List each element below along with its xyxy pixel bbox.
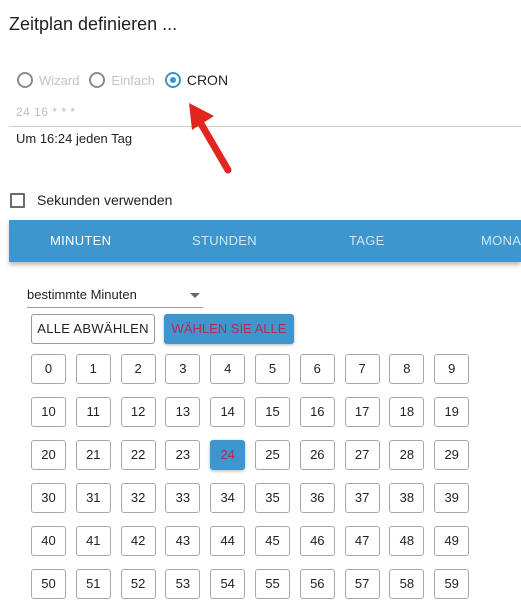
cron-description: Um 16:24 jeden Tag [16, 131, 133, 146]
deselect-all-button[interactable]: ALLE ABWÄHLEN [31, 314, 155, 344]
minute-button[interactable]: 45 [255, 526, 290, 556]
radio-einfach-label: Einfach [111, 72, 155, 88]
minute-button[interactable]: 8 [389, 354, 425, 384]
minute-button[interactable]: 36 [299, 483, 335, 513]
radio-wizard[interactable]: Wizard [17, 72, 79, 88]
minute-button[interactable]: 50 [31, 569, 66, 599]
minute-button[interactable]: 15 [255, 397, 290, 427]
dropdown-caret-icon [190, 293, 200, 298]
minute-button[interactable]: 17 [344, 397, 380, 427]
minute-button[interactable]: 37 [344, 483, 380, 513]
minute-button[interactable]: 59 [434, 569, 470, 599]
minute-button[interactable]: 33 [165, 483, 201, 513]
minute-button[interactable]: 28 [389, 440, 425, 470]
minute-button[interactable]: 24 [210, 440, 246, 470]
minute-button[interactable]: 58 [389, 569, 425, 599]
annotation-arrow-icon [189, 103, 232, 174]
radio-cron-label: CRON [186, 72, 229, 88]
minute-button[interactable]: 48 [389, 526, 425, 556]
minute-button[interactable]: 53 [165, 569, 201, 599]
minute-button[interactable]: 43 [165, 526, 201, 556]
minute-button[interactable]: 34 [210, 483, 246, 513]
minute-mode-select[interactable]: bestimmte Minuten [27, 287, 203, 308]
minute-button[interactable]: 55 [255, 569, 290, 599]
minute-button[interactable]: 31 [75, 483, 111, 513]
minute-button[interactable]: 18 [389, 397, 425, 427]
page-title: Zeitplan definieren ... [9, 14, 178, 34]
seconds-checkbox[interactable] [10, 192, 25, 208]
seconds-checkbox-label: Sekunden verwenden [37, 192, 173, 208]
minute-button[interactable]: 9 [434, 354, 470, 384]
radio-cron-circle[interactable] [164, 72, 181, 88]
minute-button[interactable]: 46 [299, 526, 335, 556]
minute-mode-select-value: bestimmte Minuten [27, 287, 137, 302]
minute-button[interactable]: 47 [344, 526, 380, 556]
tab-stunden[interactable]: STUNDEN [192, 220, 257, 262]
radio-wizard-label: Wizard [39, 72, 80, 88]
minute-button[interactable]: 12 [120, 397, 156, 427]
minute-button[interactable]: 40 [31, 526, 66, 556]
minute-button[interactable]: 49 [434, 526, 470, 556]
minute-button[interactable]: 38 [389, 483, 425, 513]
minute-button[interactable]: 22 [120, 440, 156, 470]
minute-button[interactable]: 3 [165, 354, 201, 384]
minute-button[interactable]: 29 [434, 440, 470, 470]
minute-button[interactable]: 32 [120, 483, 156, 513]
tab-monate[interactable]: MONA [481, 220, 521, 262]
minute-button[interactable]: 7 [344, 354, 380, 384]
minute-button[interactable]: 19 [434, 397, 470, 427]
minute-button[interactable]: 23 [165, 440, 201, 470]
minute-button[interactable]: 16 [299, 397, 335, 427]
minute-button[interactable]: 25 [255, 440, 290, 470]
minute-button[interactable]: 0 [31, 354, 66, 384]
minute-button[interactable]: 44 [210, 526, 246, 556]
radio-cron[interactable]: CRON [164, 72, 229, 88]
minute-button[interactable]: 14 [210, 397, 246, 427]
minute-button[interactable]: 6 [299, 354, 335, 384]
cron-field-underline [9, 126, 521, 127]
minute-button[interactable]: 27 [344, 440, 380, 470]
minute-button[interactable]: 56 [299, 569, 335, 599]
minute-button[interactable]: 21 [75, 440, 111, 470]
minute-button[interactable]: 13 [165, 397, 201, 427]
minute-button[interactable]: 11 [75, 397, 111, 427]
minute-button[interactable]: 35 [255, 483, 290, 513]
minute-button[interactable]: 4 [210, 354, 246, 384]
schedule-tabs: MINUTEN STUNDEN TAGE MONA [9, 220, 521, 262]
minute-button[interactable]: 42 [120, 526, 156, 556]
select-all-button[interactable]: WÄHLEN SIE ALLE [164, 314, 294, 344]
minute-button[interactable]: 5 [255, 354, 290, 384]
minute-button[interactable]: 10 [31, 397, 66, 427]
minute-button[interactable]: 26 [299, 440, 335, 470]
minute-button[interactable]: 52 [120, 569, 156, 599]
minute-button[interactable]: 57 [344, 569, 380, 599]
minute-button[interactable]: 20 [31, 440, 66, 470]
minute-button[interactable]: 39 [434, 483, 470, 513]
minute-button[interactable]: 51 [75, 569, 111, 599]
minute-button[interactable]: 1 [75, 354, 111, 384]
minute-button[interactable]: 30 [31, 483, 66, 513]
radio-einfach-circle[interactable] [89, 72, 106, 88]
radio-einfach[interactable]: Einfach [89, 72, 155, 88]
cron-expression-field[interactable]: 24 16 * * * [16, 105, 76, 119]
seconds-checkbox-row[interactable]: Sekunden verwenden [10, 192, 172, 208]
tab-tage[interactable]: TAGE [349, 220, 385, 262]
mode-radio-group: Wizard Einfach CRON [17, 68, 238, 92]
radio-wizard-circle[interactable] [17, 72, 33, 88]
minute-button[interactable]: 2 [120, 354, 156, 384]
tab-minuten[interactable]: MINUTEN [50, 220, 111, 262]
minute-button[interactable]: 41 [75, 526, 111, 556]
minute-button[interactable]: 54 [210, 569, 246, 599]
